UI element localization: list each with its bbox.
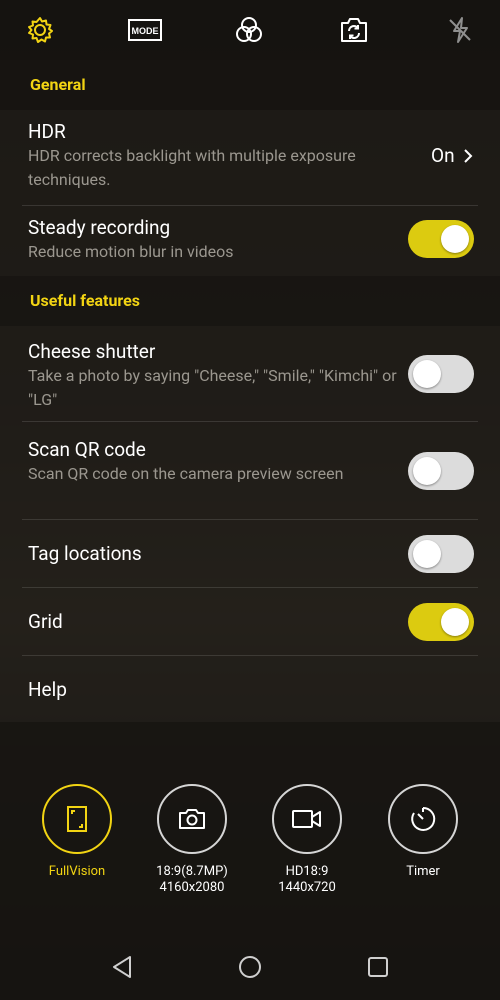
fullvision-icon[interactable] — [42, 784, 112, 854]
section-title: General — [30, 75, 86, 94]
quick-sublabel: 1440x720 — [278, 880, 336, 895]
setting-title: Steady recording — [28, 216, 171, 239]
recents-icon[interactable] — [363, 952, 393, 982]
section-header-useful-features: Useful features — [0, 276, 500, 326]
cheese-shutter-toggle[interactable] — [408, 355, 474, 393]
quick-label: Timer — [406, 864, 440, 879]
setting-scan-qr[interactable]: Scan QR code Scan QR code on the camera … — [0, 422, 500, 520]
chevron-right-icon — [464, 149, 473, 163]
section-title: Useful features — [30, 291, 140, 310]
quick-fullvision[interactable]: FullVision — [22, 784, 132, 880]
switch-camera-icon[interactable] — [336, 12, 372, 48]
setting-tag-locations[interactable]: Tag locations — [0, 520, 500, 588]
camera-icon[interactable] — [157, 784, 227, 854]
video-icon[interactable] — [272, 784, 342, 854]
setting-hdr[interactable]: HDR HDR corrects backlight with multiple… — [0, 110, 500, 206]
quick-sublabel: 4160x2080 — [159, 880, 225, 895]
settings-panel: General HDR HDR corrects backlight with … — [0, 60, 500, 722]
setting-description: Reduce motion blur in videos — [28, 242, 234, 261]
filter-icon[interactable] — [231, 12, 267, 48]
setting-title: Tag locations — [28, 542, 142, 565]
setting-grid[interactable]: Grid — [0, 588, 500, 656]
tag-locations-toggle[interactable] — [408, 535, 474, 573]
timer-icon[interactable] — [388, 784, 458, 854]
setting-description: Take a photo by saying "Cheese," "Smile,… — [28, 366, 397, 409]
quick-label: FullVision — [48, 864, 106, 879]
scan-qr-toggle[interactable] — [408, 452, 474, 490]
home-icon[interactable] — [235, 952, 265, 982]
section-header-general: General — [0, 60, 500, 110]
quick-label: HD18:9 — [285, 864, 329, 879]
setting-help[interactable]: Help — [0, 656, 500, 722]
setting-title: Grid — [28, 610, 63, 633]
setting-title: Cheese shutter — [28, 340, 156, 363]
quick-label: 18:9(8.7MP) — [156, 864, 228, 879]
quick-video-size[interactable]: HD18:9 1440x720 — [252, 784, 362, 896]
quick-settings-bar: FullVision 18:9(8.7MP) 4160x2080 HD18:9 … — [0, 722, 500, 1000]
settings-gear-icon[interactable] — [22, 12, 58, 48]
grid-toggle[interactable] — [408, 603, 474, 641]
back-icon[interactable] — [107, 952, 137, 982]
hdr-value: On — [431, 144, 455, 167]
setting-description: Scan QR code on the camera preview scree… — [28, 464, 344, 483]
flash-off-icon[interactable] — [442, 12, 478, 48]
setting-title: Scan QR code — [28, 438, 146, 461]
quick-photo-size[interactable]: 18:9(8.7MP) 4160x2080 — [137, 784, 247, 896]
setting-title: HDR — [28, 120, 66, 143]
mode-label: MODE — [132, 26, 159, 36]
camera-toolbar: MODE — [0, 0, 500, 60]
quick-timer[interactable]: Timer — [368, 784, 478, 880]
setting-cheese-shutter[interactable]: Cheese shutter Take a photo by saying "C… — [0, 326, 500, 422]
steady-recording-toggle[interactable] — [408, 220, 474, 258]
mode-icon[interactable]: MODE — [127, 12, 163, 48]
setting-steady-recording[interactable]: Steady recording Reduce motion blur in v… — [0, 206, 500, 276]
setting-description: HDR corrects backlight with multiple exp… — [28, 146, 356, 189]
setting-title: Help — [28, 678, 67, 701]
